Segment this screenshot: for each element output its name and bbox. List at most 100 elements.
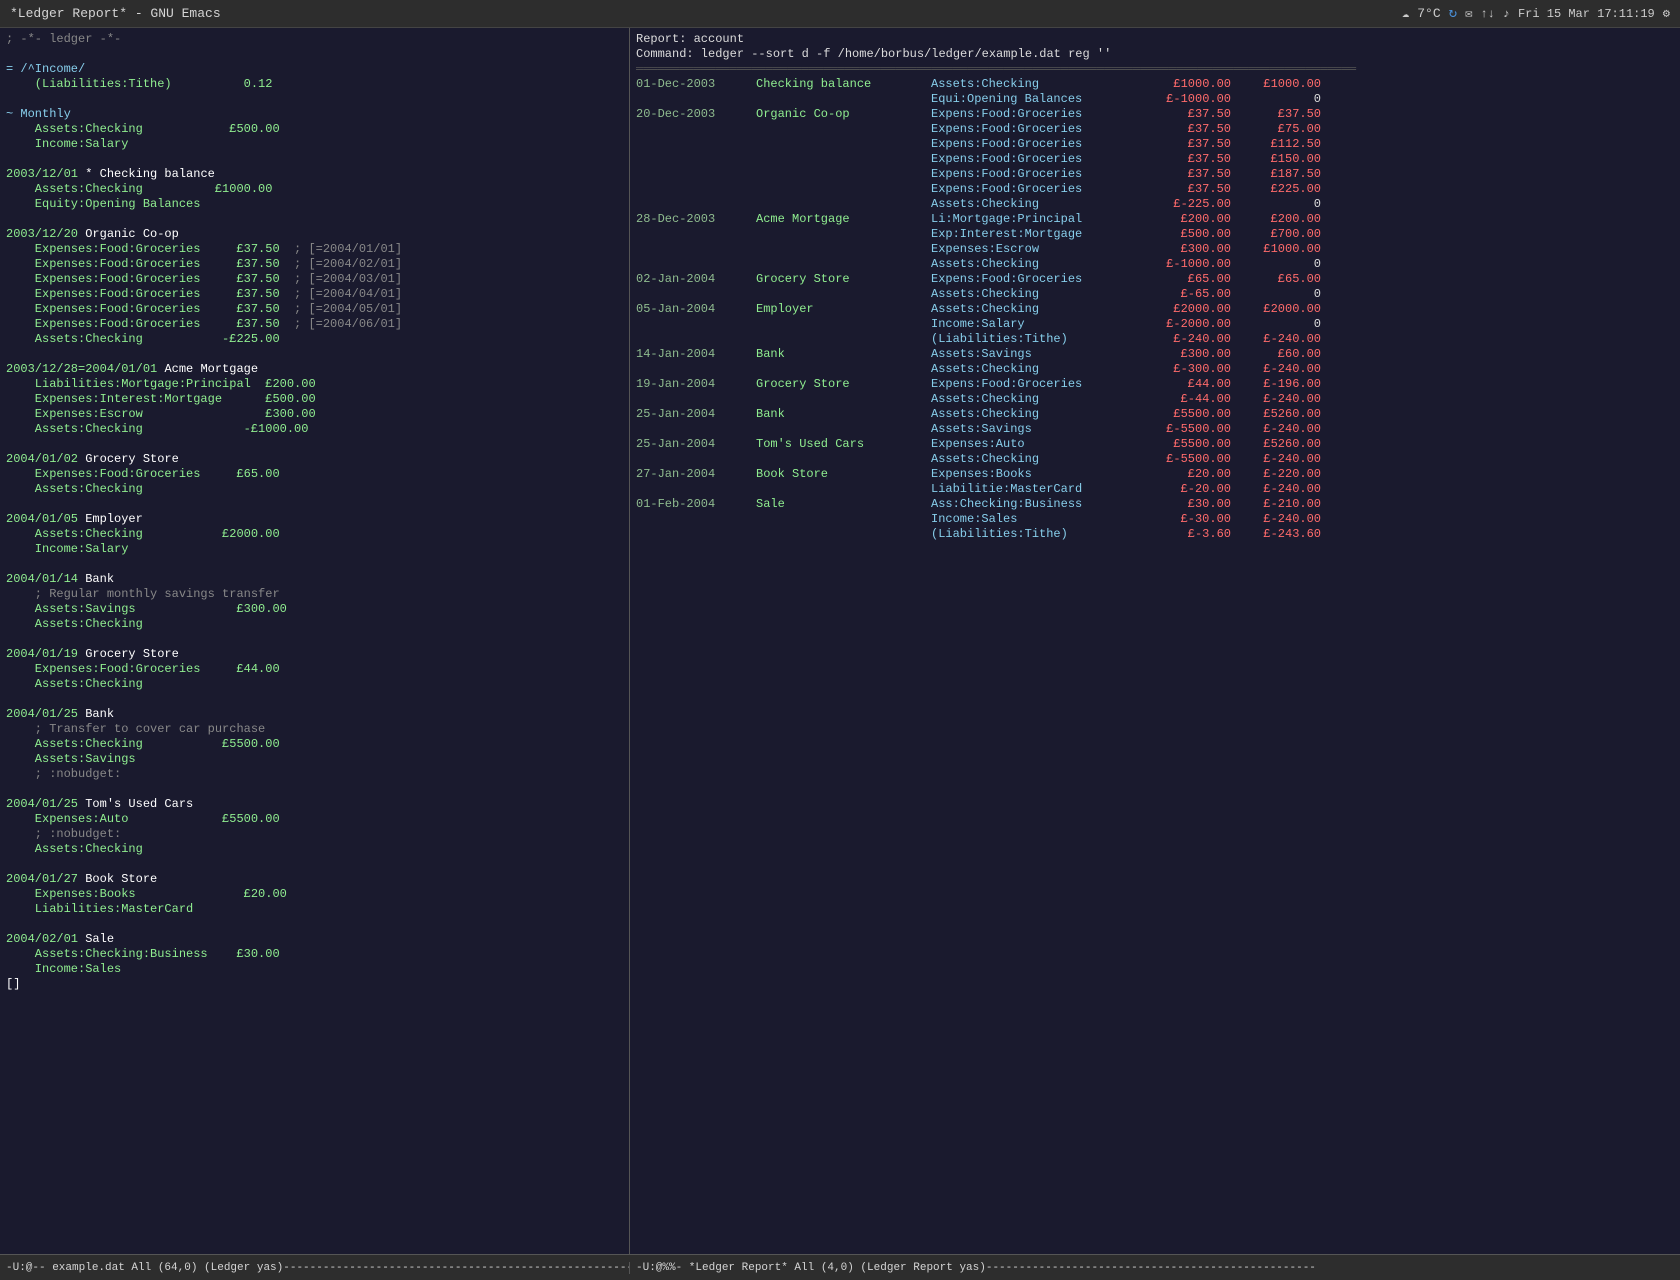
left-pane-line-blank-9 (6, 632, 623, 647)
left-pane-line-income: = /^Income/ (6, 62, 623, 77)
left-pane-line-blank-12 (6, 857, 623, 872)
report-row-24: Assets:Savings £-5500.00 £-240.00 (636, 422, 1674, 437)
left-pane-line-blank-1 (6, 47, 623, 62)
report-row-31: (Liabilities:Tithe) £-3.60 £-243.60 (636, 527, 1674, 542)
report-row-2: Equi:Opening Balances £-1000.00 0 (636, 92, 1674, 107)
titlebar: *Ledger Report* - GNU Emacs ☁ 7°C ↻ ✉ ↑↓… (0, 0, 1680, 28)
left-pane-line-blank-11 (6, 782, 623, 797)
left-pane-line-checking5: Assets:Checking (6, 482, 623, 497)
left-pane-line-comment2: ; Transfer to cover car purchase (6, 722, 623, 737)
left-pane-line-blank-7 (6, 497, 623, 512)
left-pane-line-checking4: Assets:Checking -£1000.00 (6, 422, 623, 437)
left-pane-line-savings1: Assets:Savings £300.00 (6, 602, 623, 617)
left-pane-line-comment1: ; Regular monthly savings transfer (6, 587, 623, 602)
report-row-10: 28-Dec-2003 Acme Mortgage Li:Mortgage:Pr… (636, 212, 1674, 227)
report-row-14: 02-Jan-2004 Grocery Store Expens:Food:Gr… (636, 272, 1674, 287)
report-header-label: Report: account (636, 32, 1674, 47)
left-pane-line-checking8: Assets:Checking (6, 677, 623, 692)
left-pane-line-checking2: Assets:Checking £1000.00 (6, 182, 623, 197)
left-pane-line-books: Expenses:Books £20.00 (6, 887, 623, 902)
clock: Fri 15 Mar 17:11:19 (1518, 7, 1655, 21)
weather-icon: ☁ (1402, 6, 1409, 21)
left-pane-line-blank-2 (6, 92, 623, 107)
left-pane-line-blank-5 (6, 347, 623, 362)
statusbar: -U:@-- example.dat All (64,0) (Ledger ya… (0, 1254, 1680, 1280)
left-pane-line-mastercard: Liabilities:MasterCard (6, 902, 623, 917)
left-pane-line-sale: 2004/02/01 Sale (6, 932, 623, 947)
report-row-13: Assets:Checking £-1000.00 0 (636, 257, 1674, 272)
report-row-8: Expens:Food:Groceries £37.50 £225.00 (636, 182, 1674, 197)
email-icon[interactable]: ✉ (1465, 6, 1472, 21)
left-pane-line-groc2: Expenses:Food:Groceries £37.50 ; [=2004/… (6, 257, 623, 272)
left-pane-line-1: ; -*- ledger -*- (6, 32, 623, 47)
left-pane-line-checking7: Assets:Checking (6, 617, 623, 632)
left-pane-line-employer: 2004/01/05 Employer (6, 512, 623, 527)
weather-temp: 7°C (1417, 6, 1440, 21)
report-header-command: Command: ledger --sort d -f /home/borbus… (636, 47, 1674, 62)
report-row-6: Expens:Food:Groceries £37.50 £150.00 (636, 152, 1674, 167)
left-pane-line-blank-3 (6, 152, 623, 167)
left-pane-line-savings2: Assets:Savings (6, 752, 623, 767)
report-row-20: Assets:Checking £-300.00 £-240.00 (636, 362, 1674, 377)
report-row-29: 01-Feb-2004 Sale Ass:Checking:Business £… (636, 497, 1674, 512)
report-row-11: Exp:Interest:Mortgage £500.00 £700.00 (636, 227, 1674, 242)
network-icon[interactable]: ↑↓ (1480, 7, 1494, 21)
left-pane-line-grocery2: 2004/01/19 Grocery Store (6, 647, 623, 662)
left-pane-line-auto: Expenses:Auto £5500.00 (6, 812, 623, 827)
left-pane-line-checkbal: 2003/12/01 * Checking balance (6, 167, 623, 182)
left-pane-line-sales: Income:Sales (6, 962, 623, 977)
left-pane-line-groc4: Expenses:Food:Groceries £37.50 ; [=2004/… (6, 287, 623, 302)
left-pane-line-interest: Expenses:Interest:Mortgage £500.00 (6, 392, 623, 407)
report-row-4: Expens:Food:Groceries £37.50 £75.00 (636, 122, 1674, 137)
left-pane-line-grocery1: 2004/01/02 Grocery Store (6, 452, 623, 467)
left-pane-line-groc5: Expenses:Food:Groceries £37.50 ; [=2004/… (6, 302, 623, 317)
left-pane-line-cursor: [] (6, 977, 623, 992)
left-pane-line-bank2: 2004/01/25 Bank (6, 707, 623, 722)
report-row-19: 14-Jan-2004 Bank Assets:Savings £300.00 … (636, 347, 1674, 362)
left-pane-line-checking9: Assets:Checking £5500.00 (6, 737, 623, 752)
left-pane-line-monthly: ~ Monthly (6, 107, 623, 122)
report-row-30: Income:Sales £-30.00 £-240.00 (636, 512, 1674, 527)
left-pane-line-blank-10 (6, 692, 623, 707)
report-row-7: Expens:Food:Groceries £37.50 £187.50 (636, 167, 1674, 182)
left-pane-line-bookstore: 2004/01/27 Book Store (6, 872, 623, 887)
report-row-22: Assets:Checking £-44.00 £-240.00 (636, 392, 1674, 407)
left-pane-line-nobudget2: ; :nobudget: (6, 827, 623, 842)
report-row-18: (Liabilities:Tithe) £-240.00 £-240.00 (636, 332, 1674, 347)
settings-icon[interactable]: ⚙ (1663, 6, 1670, 21)
report-separator: ════════════════════════════════════════… (636, 62, 1674, 77)
report-row-26: Assets:Checking £-5500.00 £-240.00 (636, 452, 1674, 467)
left-pane-line-cars: 2004/01/25 Tom's Used Cars (6, 797, 623, 812)
left-pane-line-tithe: (Liabilities:Tithe) 0.12 (6, 77, 623, 92)
statusbar-left: -U:@-- example.dat All (64,0) (Ledger ya… (0, 1262, 630, 1274)
left-pane-line-blank-4 (6, 212, 623, 227)
left-pane-line-salary2: Income:Salary (6, 542, 623, 557)
left-pane-line-checking6: Assets:Checking £2000.00 (6, 527, 623, 542)
titlebar-title: *Ledger Report* - GNU Emacs (10, 6, 221, 21)
left-pane-line-coop: 2003/12/20 Organic Co-op (6, 227, 623, 242)
report-row-1: 01-Dec-2003 Checking balance Assets:Chec… (636, 77, 1674, 92)
left-pane-line-blank-8 (6, 557, 623, 572)
editor-container: ; -*- ledger -*- = /^Income/ (Liabilitie… (0, 28, 1680, 1254)
right-pane[interactable]: Report: account Command: ledger --sort d… (630, 28, 1680, 1254)
report-row-12: Expenses:Escrow £300.00 £1000.00 (636, 242, 1674, 257)
report-row-21: 19-Jan-2004 Grocery Store Expens:Food:Gr… (636, 377, 1674, 392)
left-pane[interactable]: ; -*- ledger -*- = /^Income/ (Liabilitie… (0, 28, 630, 1254)
report-row-5: Expens:Food:Groceries £37.50 £112.50 (636, 137, 1674, 152)
left-pane-line-checking: Assets:Checking £500.00 (6, 122, 623, 137)
volume-icon[interactable]: ♪ (1503, 7, 1510, 21)
left-pane-line-blank-13 (6, 917, 623, 932)
report-row-23: 25-Jan-2004 Bank Assets:Checking £5500.0… (636, 407, 1674, 422)
report-row-9: Assets:Checking £-225.00 0 (636, 197, 1674, 212)
report-row-25: 25-Jan-2004 Tom's Used Cars Expenses:Aut… (636, 437, 1674, 452)
left-pane-line-groc7: Expenses:Food:Groceries £65.00 (6, 467, 623, 482)
left-pane-line-checking3: Assets:Checking -£225.00 (6, 332, 623, 347)
left-pane-line-blank-6 (6, 437, 623, 452)
left-pane-line-principal: Liabilities:Mortgage:Principal £200.00 (6, 377, 623, 392)
left-pane-line-salary-1: Income:Salary (6, 137, 623, 152)
refresh-icon[interactable]: ↻ (1449, 5, 1457, 22)
left-pane-line-groc1: Expenses:Food:Groceries £37.50 ; [=2004/… (6, 242, 623, 257)
report-row-17: Income:Salary £-2000.00 0 (636, 317, 1674, 332)
left-pane-line-mortgage: 2003/12/28=2004/01/01 Acme Mortgage (6, 362, 623, 377)
left-pane-line-groc3: Expenses:Food:Groceries £37.50 ; [=2004/… (6, 272, 623, 287)
